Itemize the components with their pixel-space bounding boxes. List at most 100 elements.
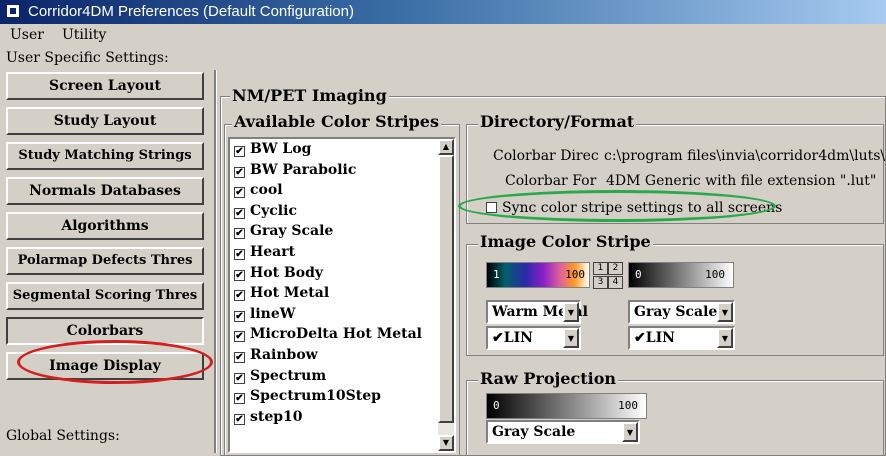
chevron-down-icon[interactable]: ▼	[717, 328, 733, 348]
color-stripe-checkbox[interactable]: ✔	[234, 166, 245, 178]
scale-select-2-value: ✔LIN	[634, 330, 675, 346]
gray-scale-min: 0	[635, 268, 642, 281]
color-stripe-checkbox[interactable]: ✔	[234, 207, 245, 219]
user-settings-heading: User Specific Settings:	[6, 50, 169, 66]
color-stripe-checkbox[interactable]: ✔	[234, 187, 245, 199]
segmental-scoring-thres-button[interactable]: Segmental Scoring Thres	[6, 282, 204, 310]
color-stripe-label: step10	[250, 408, 303, 425]
chevron-down-icon[interactable]: ▼	[563, 328, 579, 348]
colorbar-format-value: 4DM Generic with file extension ".lut"	[606, 173, 877, 189]
color-stripe-label: Hot Body	[250, 264, 324, 281]
color-stripe-checkbox[interactable]: ✔	[234, 146, 245, 157]
color-stripe-label: Heart	[250, 244, 296, 260]
raw-projection-select[interactable]: Gray Scale ▼	[486, 420, 640, 444]
warm-metal-min: 1	[493, 268, 500, 281]
color-stripe-checkbox[interactable]: ✔	[234, 228, 245, 240]
color-stripe-label: Spectrum10Step	[250, 388, 381, 405]
colorbar-directory-value: c:\program files\invia\corridor4dm\luts\	[604, 148, 886, 164]
color-stripe-label: Rainbow	[250, 347, 318, 363]
color-stripe-label: MicroDelta Hot Metal	[250, 326, 422, 343]
color-stripe-checkbox[interactable]: ✔	[234, 393, 245, 405]
color-stripe-label: Cyclic	[250, 202, 297, 219]
colorbar-format-label: Colorbar For	[505, 173, 597, 189]
color-stripe-item[interactable]: ✔ cool	[234, 182, 283, 202]
color-stripe-checkbox[interactable]: ✔	[234, 372, 245, 384]
directory-format-title: Directory/Format	[478, 112, 637, 131]
color-stripe-item[interactable]: ✔ Hot Body	[234, 265, 323, 285]
menu-user[interactable]: User	[10, 27, 44, 43]
sync-checkbox-box[interactable]	[486, 202, 497, 213]
polarmap-defects-thres-button[interactable]: Polarmap Defects Thres	[6, 247, 204, 275]
gray-scale-colorbar: 0 100	[628, 262, 734, 288]
warm-metal-max: 100	[565, 268, 585, 281]
color-stripe-item[interactable]: ✔ BW Log	[234, 141, 311, 161]
color-stripe-item[interactable]: ✔ Cyclic	[234, 203, 297, 223]
color-stripe-label: Spectrum	[250, 367, 327, 384]
screen-layout-button[interactable]: Screen Layout	[6, 72, 204, 100]
window-title: Corridor4DM Preferences (Default Configu…	[28, 3, 354, 20]
colorbar-directory-label: Colorbar Direc	[493, 148, 599, 164]
menu-utility[interactable]: Utility	[62, 27, 106, 43]
color-stripe-checkbox[interactable]: ✔	[234, 352, 245, 363]
color-stripe-item[interactable]: ✔ Heart	[234, 244, 295, 264]
raw-projection-colorbar: 0 100	[486, 393, 647, 419]
list-scrollbar[interactable]: ▲ ▼	[438, 139, 454, 451]
panel-divider	[214, 70, 217, 453]
raw-projection-min: 0	[493, 399, 500, 412]
color-stripe-item[interactable]: ✔ Spectrum10Step	[234, 388, 381, 408]
gray-scale-select-value: Gray Scale	[634, 304, 718, 320]
app-icon	[6, 4, 20, 18]
chevron-down-icon[interactable]: ▼	[717, 302, 733, 322]
color-stripe-checkbox[interactable]: ✔	[234, 249, 245, 260]
scale-select-2[interactable]: ✔LIN ▼	[628, 326, 735, 350]
gray-scale-select[interactable]: Gray Scale ▼	[628, 300, 735, 324]
color-stripe-checkbox[interactable]: ✔	[234, 413, 245, 425]
color-stripe-label: Hot Metal	[250, 285, 330, 302]
study-matching-strings-button[interactable]: Study Matching Strings	[6, 142, 204, 170]
color-stripe-checkbox[interactable]: ✔	[234, 269, 245, 281]
chevron-down-icon[interactable]: ▼	[563, 302, 579, 322]
scale-select-1-value: ✔LIN	[492, 330, 533, 346]
grid-button-2[interactable]: 2	[608, 262, 623, 275]
image-color-stripe-title: Image Color Stripe	[478, 232, 653, 251]
sync-checkbox-label: Sync color stripe settings to all screen…	[502, 200, 783, 216]
normals-databases-button[interactable]: Normals Databases	[6, 177, 204, 205]
sync-settings-checkbox[interactable]: Sync color stripe settings to all screen…	[486, 200, 782, 216]
color-stripe-label: cool	[250, 182, 283, 199]
nm-pet-imaging-title: NM/PET Imaging	[230, 86, 389, 105]
global-settings-heading: Global Settings:	[6, 428, 120, 444]
color-stripe-label: lineW	[250, 305, 296, 322]
raw-projection-select-value: Gray Scale	[492, 424, 576, 440]
color-stripe-checkbox[interactable]: ✔	[234, 310, 245, 322]
study-layout-button[interactable]: Study Layout	[6, 107, 204, 135]
scroll-up-button[interactable]: ▲	[438, 139, 454, 155]
color-stripe-label: BW Parabolic	[250, 161, 357, 178]
color-stripe-checkbox[interactable]: ✔	[234, 290, 245, 302]
color-stripe-item[interactable]: ✔ Rainbow	[234, 347, 318, 367]
grid-button-4[interactable]: 4	[608, 276, 623, 289]
colorbars-button[interactable]: Colorbars	[6, 317, 204, 345]
warm-metal-select[interactable]: Warm Metal ▼	[486, 300, 588, 324]
color-stripe-item[interactable]: ✔ step10	[234, 409, 303, 429]
color-stripe-checkbox[interactable]: ✔	[234, 331, 245, 343]
raw-projection-max: 100	[618, 399, 638, 412]
algorithms-button[interactable]: Algorithms	[6, 212, 204, 240]
color-stripes-list[interactable]: ✔ BW Log ✔ BW Parabolic ✔ cool ✔ Cyclic ✔ Gray Sc…	[228, 137, 456, 453]
color-stripe-item[interactable]: ✔ MicroDelta Hot Metal	[234, 326, 422, 346]
scroll-thumb[interactable]	[438, 155, 454, 423]
color-stripe-item[interactable]: ✔ BW Parabolic	[234, 162, 356, 182]
scroll-down-button[interactable]: ▼	[438, 435, 454, 451]
grid-button-3[interactable]: 3	[593, 276, 608, 289]
warm-metal-colorbar: 1 100	[486, 262, 590, 288]
chevron-down-icon[interactable]: ▼	[622, 422, 638, 442]
gray-scale-max: 100	[705, 268, 725, 281]
color-stripe-label: Gray Scale	[250, 223, 334, 240]
color-stripe-item[interactable]: ✔ lineW	[234, 306, 295, 326]
scale-select-1[interactable]: ✔LIN ▼	[486, 326, 581, 350]
color-stripe-item[interactable]: ✔ Hot Metal	[234, 285, 329, 305]
color-stripe-item[interactable]: ✔ Spectrum	[234, 368, 326, 388]
raw-projection-title: Raw Projection	[478, 369, 618, 388]
grid-button-1[interactable]: 1	[593, 262, 608, 275]
color-stripe-item[interactable]: ✔ Gray Scale	[234, 223, 333, 243]
image-display-button[interactable]: Image Display	[6, 352, 204, 380]
